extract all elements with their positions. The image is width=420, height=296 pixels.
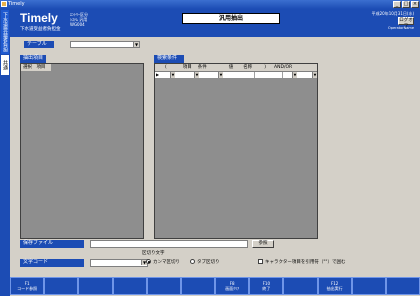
main-panel: テーブル ▼ 抽出項目 選択 項目 検索条件 ( 項目 条件 値 名称 ) AN…: [10, 37, 420, 275]
search-conditions-label: 検索条件: [154, 55, 184, 63]
tab-option[interactable]: タブ区切り: [190, 259, 220, 267]
side-tab-bar: 下水道受益者負担金 共通: [0, 9, 10, 296]
fkey-button[interactable]: [112, 277, 147, 295]
header: Timely 下水道受益者負担金 ｴﾝﾄﾘｰ区分 ｼｽﾃﾑ 汎用 WG004 汎…: [10, 9, 420, 37]
delimiter-title: 区切り文字: [142, 251, 165, 256]
comma-label: カンマ区切り: [153, 260, 180, 265]
fkey-button[interactable]: [44, 277, 79, 295]
delimiter-radio-group: カンマ区切り タブ区切り: [146, 259, 220, 267]
f1-label: コード参照: [17, 286, 38, 291]
col-open-paren: (: [165, 65, 167, 70]
function-key-bar: F1 コード参照 F8 画面ｸﾘｱ F10 終了 F12 抽出実行: [10, 277, 420, 295]
col-name: 名称: [243, 65, 253, 70]
fkey-button[interactable]: [180, 277, 216, 295]
f12-label: 抽出実行: [326, 286, 343, 291]
screen-title: 汎用抽出: [182, 13, 280, 24]
tab-label: タブ区切り: [197, 260, 220, 265]
window-title: Timely: [8, 1, 25, 7]
app-window: Timely _ □ × 下水道受益者負担金 共通 Timely 下水道受益者負…: [0, 0, 420, 296]
browse-button[interactable]: 参照: [252, 240, 274, 248]
side-tab-sewer[interactable]: 下水道受益者負担金: [1, 10, 9, 54]
save-file-label: 保存ファイル: [20, 240, 84, 248]
f12-button[interactable]: F12 抽出実行: [317, 277, 352, 295]
radio-comma[interactable]: [146, 259, 151, 264]
title-bar: Timely _ □ ×: [0, 0, 420, 9]
close-button[interactable]: ×: [411, 1, 419, 8]
extract-items-grid[interactable]: 選択 項目: [20, 63, 144, 239]
fkey-button[interactable]: [351, 277, 386, 295]
col-close-paren: ): [264, 65, 267, 70]
name-cell[interactable]: [255, 72, 283, 78]
current-date: 平成20年10月31日(水): [371, 11, 414, 16]
maximize-button[interactable]: □: [402, 1, 410, 8]
chevron-down-icon[interactable]: ▼: [133, 42, 139, 47]
extract-grid-header: 選択 項目: [21, 64, 51, 71]
f1-button[interactable]: F1 コード参照: [10, 277, 45, 295]
f10-button[interactable]: F10 終了: [249, 277, 284, 295]
search-row[interactable]: ▶ ▼ ▼ ▼ ▼ ▼: [155, 71, 317, 78]
col-select: 選択: [23, 65, 32, 70]
operator-name: OperatorName: [388, 26, 414, 30]
logoff-button[interactable]: ログオフ: [398, 17, 414, 29]
col-item: 項目: [182, 65, 192, 70]
col-value: 値: [228, 65, 234, 70]
system-info: ｴﾝﾄﾘｰ区分 ｼｽﾃﾑ 汎用 WG004: [70, 12, 88, 27]
f10-label: 終了: [262, 286, 271, 291]
table-label: テーブル: [24, 41, 54, 48]
fkey-button[interactable]: [146, 277, 181, 295]
f8-label: 画面ｸﾘｱ: [225, 286, 240, 291]
col-item: 項目: [36, 65, 46, 70]
search-conditions-grid[interactable]: ( 項目 条件 値 名称 ) AND/OR ▶ ▼ ▼ ▼ ▼ ▼: [154, 63, 318, 239]
f8-button[interactable]: F8 画面ｸﾘｱ: [215, 277, 250, 295]
quote-label: キャラクター項目を引用符（""）で囲む: [265, 260, 346, 265]
col-condition: 条件: [197, 65, 207, 70]
chevron-down-icon[interactable]: ▼: [312, 72, 317, 78]
save-file-input[interactable]: [90, 240, 248, 248]
radio-tab[interactable]: [190, 259, 195, 264]
row-marker-icon: ▶: [156, 72, 160, 77]
quote-checkbox[interactable]: [258, 259, 263, 264]
fkey-button[interactable]: [385, 277, 420, 295]
col-and-or: AND/OR: [274, 65, 293, 70]
app-logo: Timely: [20, 11, 58, 25]
value-cell[interactable]: [223, 72, 255, 78]
search-grid-header: ( 項目 条件 値 名称 ) AND/OR: [155, 64, 317, 71]
side-tab-common[interactable]: 共通: [1, 55, 9, 75]
fkey-button[interactable]: [78, 277, 113, 295]
fkey-button[interactable]: [283, 277, 318, 295]
quote-option[interactable]: キャラクター項目を引用符（""）で囲む: [258, 259, 345, 267]
extract-items-label: 抽出項目: [20, 55, 46, 63]
app-icon: [1, 1, 7, 7]
table-select[interactable]: ▼: [70, 41, 140, 48]
app-subtitle: 下水道受益者負担金: [20, 27, 61, 32]
char-code-select[interactable]: ▼: [90, 259, 148, 267]
comma-option[interactable]: カンマ区切り: [146, 259, 180, 267]
sys-line-3: WG004: [70, 22, 85, 27]
minimize-button[interactable]: _: [393, 1, 401, 8]
char-code-label: 文字コード: [20, 259, 84, 267]
